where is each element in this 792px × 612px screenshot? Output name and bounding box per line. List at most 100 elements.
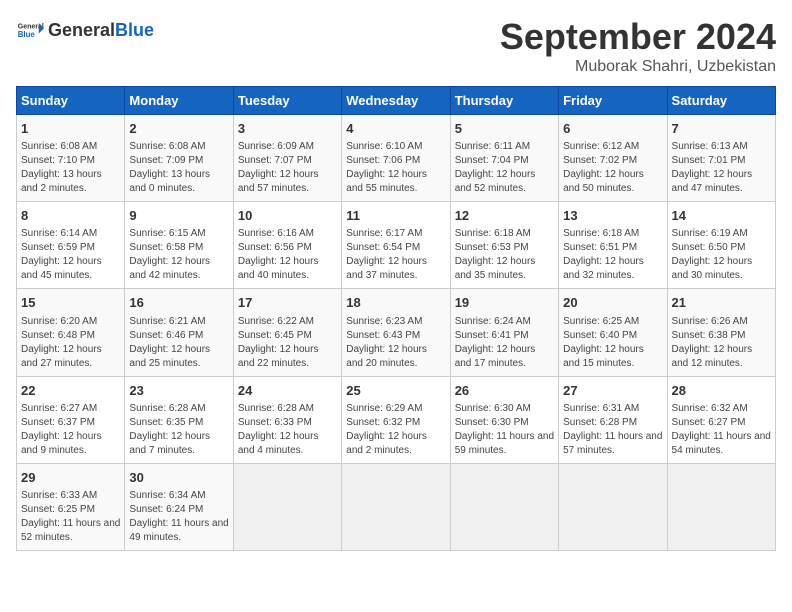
day-info-text: Daylight: 12 hours and 30 minutes.	[672, 255, 771, 283]
calendar-day-cell: 18Sunrise: 6:23 AMSunset: 6:43 PMDayligh…	[342, 289, 450, 376]
day-info-text: Sunset: 6:58 PM	[129, 241, 228, 255]
day-number: 2	[129, 120, 228, 138]
day-number: 30	[129, 469, 228, 487]
day-info-text: Sunset: 7:04 PM	[455, 154, 554, 168]
day-number: 11	[346, 207, 445, 225]
day-info-text: Sunset: 6:38 PM	[672, 329, 771, 343]
day-info-text: Sunrise: 6:28 AM	[129, 402, 228, 416]
day-info-text: Sunset: 6:27 PM	[672, 416, 771, 430]
day-number: 14	[672, 207, 771, 225]
day-number: 25	[346, 382, 445, 400]
day-info-text: Sunset: 7:06 PM	[346, 154, 445, 168]
weekday-header-cell: Thursday	[450, 87, 558, 115]
day-info-text: Sunrise: 6:29 AM	[346, 402, 445, 416]
logo: General Blue GeneralBlue	[16, 16, 154, 44]
day-number: 17	[238, 294, 337, 312]
calendar-week-row: 8Sunrise: 6:14 AMSunset: 6:59 PMDaylight…	[17, 202, 776, 289]
day-number: 6	[563, 120, 662, 138]
calendar-day-cell: 2Sunrise: 6:08 AMSunset: 7:09 PMDaylight…	[125, 115, 233, 202]
day-number: 26	[455, 382, 554, 400]
day-info-text: Daylight: 11 hours and 59 minutes.	[455, 430, 554, 458]
day-info-text: Sunrise: 6:08 AM	[21, 140, 120, 154]
day-info-text: Daylight: 12 hours and 45 minutes.	[21, 255, 120, 283]
day-info-text: Daylight: 12 hours and 50 minutes.	[563, 168, 662, 196]
day-number: 24	[238, 382, 337, 400]
calendar-day-cell: 8Sunrise: 6:14 AMSunset: 6:59 PMDaylight…	[17, 202, 125, 289]
day-number: 3	[238, 120, 337, 138]
day-info-text: Sunrise: 6:19 AM	[672, 227, 771, 241]
day-info-text: Daylight: 12 hours and 40 minutes.	[238, 255, 337, 283]
page-header: General Blue GeneralBlue September 2024 …	[16, 16, 776, 76]
day-info-text: Daylight: 12 hours and 57 minutes.	[238, 168, 337, 196]
day-info-text: Daylight: 12 hours and 42 minutes.	[129, 255, 228, 283]
calendar-day-cell: 22Sunrise: 6:27 AMSunset: 6:37 PMDayligh…	[17, 376, 125, 463]
day-info-text: Sunset: 6:37 PM	[21, 416, 120, 430]
calendar-day-cell	[667, 463, 775, 550]
day-info-text: Sunset: 6:35 PM	[129, 416, 228, 430]
calendar-day-cell: 10Sunrise: 6:16 AMSunset: 6:56 PMDayligh…	[233, 202, 341, 289]
day-number: 13	[563, 207, 662, 225]
day-number: 29	[21, 469, 120, 487]
calendar-day-cell: 24Sunrise: 6:28 AMSunset: 6:33 PMDayligh…	[233, 376, 341, 463]
day-info-text: Sunrise: 6:08 AM	[129, 140, 228, 154]
day-info-text: Daylight: 12 hours and 52 minutes.	[455, 168, 554, 196]
day-number: 19	[455, 294, 554, 312]
day-info-text: Sunrise: 6:10 AM	[346, 140, 445, 154]
calendar-day-cell: 1Sunrise: 6:08 AMSunset: 7:10 PMDaylight…	[17, 115, 125, 202]
logo-blue-text: Blue	[115, 20, 154, 40]
calendar-day-cell: 5Sunrise: 6:11 AMSunset: 7:04 PMDaylight…	[450, 115, 558, 202]
calendar-day-cell: 12 Sunrise: 6:18 AMSunset: 6:53 PMDayligh…	[450, 202, 558, 289]
day-number: 16	[129, 294, 228, 312]
day-info-text: Sunrise: 6:18 AM	[455, 227, 554, 241]
calendar-day-cell	[450, 463, 558, 550]
weekday-header-cell: Wednesday	[342, 87, 450, 115]
weekday-header-cell: Tuesday	[233, 87, 341, 115]
day-info-text: Sunrise: 6:22 AM	[238, 315, 337, 329]
day-info-text: Sunset: 6:30 PM	[455, 416, 554, 430]
day-number: 21	[672, 294, 771, 312]
day-info-text: Sunrise: 6:27 AM	[21, 402, 120, 416]
calendar-day-cell: 13Sunrise: 6:18 AMSunset: 6:51 PMDayligh…	[559, 202, 667, 289]
day-info-text: Sunset: 6:33 PM	[238, 416, 337, 430]
day-info-text: Sunset: 6:53 PM	[455, 241, 554, 255]
day-info-text: Daylight: 12 hours and 47 minutes.	[672, 168, 771, 196]
calendar-day-cell: 27Sunrise: 6:31 AMSunset: 6:28 PMDayligh…	[559, 376, 667, 463]
calendar-day-cell: 28Sunrise: 6:32 AMSunset: 6:27 PMDayligh…	[667, 376, 775, 463]
calendar-day-cell: 16Sunrise: 6:21 AMSunset: 6:46 PMDayligh…	[125, 289, 233, 376]
calendar-day-cell: 21Sunrise: 6:26 AMSunset: 6:38 PMDayligh…	[667, 289, 775, 376]
day-number: 20	[563, 294, 662, 312]
day-info-text: Sunset: 6:54 PM	[346, 241, 445, 255]
calendar-day-cell: 26Sunrise: 6:30 AMSunset: 6:30 PMDayligh…	[450, 376, 558, 463]
day-number: 12	[455, 207, 554, 225]
day-info-text: Sunrise: 6:20 AM	[21, 315, 120, 329]
calendar-week-row: 29Sunrise: 6:33 AMSunset: 6:25 PMDayligh…	[17, 463, 776, 550]
weekday-header-cell: Sunday	[17, 87, 125, 115]
day-info-text: Daylight: 12 hours and 35 minutes.	[455, 255, 554, 283]
day-info-text: Sunset: 6:43 PM	[346, 329, 445, 343]
weekday-header-cell: Friday	[559, 87, 667, 115]
day-info-text: Daylight: 12 hours and 55 minutes.	[346, 168, 445, 196]
calendar-day-cell: 3Sunrise: 6:09 AMSunset: 7:07 PMDaylight…	[233, 115, 341, 202]
day-info-text: Sunset: 6:45 PM	[238, 329, 337, 343]
calendar-day-cell: 19Sunrise: 6:24 AMSunset: 6:41 PMDayligh…	[450, 289, 558, 376]
calendar-table: SundayMondayTuesdayWednesdayThursdayFrid…	[16, 86, 776, 551]
day-info-text: Daylight: 12 hours and 4 minutes.	[238, 430, 337, 458]
day-info-text: Sunset: 6:59 PM	[21, 241, 120, 255]
day-info-text: Sunset: 7:02 PM	[563, 154, 662, 168]
day-info-text: Sunset: 6:32 PM	[346, 416, 445, 430]
day-info-text: Daylight: 12 hours and 2 minutes.	[346, 430, 445, 458]
day-info-text: Sunrise: 6:11 AM	[455, 140, 554, 154]
day-info-text: Sunset: 6:40 PM	[563, 329, 662, 343]
day-info-text: Sunset: 7:10 PM	[21, 154, 120, 168]
day-number: 22	[21, 382, 120, 400]
logo-general-text: General	[48, 20, 115, 40]
calendar-day-cell	[233, 463, 341, 550]
day-info-text: Sunset: 7:07 PM	[238, 154, 337, 168]
calendar-day-cell: 7Sunrise: 6:13 AMSunset: 7:01 PMDaylight…	[667, 115, 775, 202]
day-info-text: Sunrise: 6:33 AM	[21, 489, 120, 503]
calendar-day-cell: 9Sunrise: 6:15 AMSunset: 6:58 PMDaylight…	[125, 202, 233, 289]
day-info-text: Daylight: 12 hours and 37 minutes.	[346, 255, 445, 283]
day-number: 15	[21, 294, 120, 312]
day-info-text: Sunset: 6:46 PM	[129, 329, 228, 343]
day-number: 23	[129, 382, 228, 400]
